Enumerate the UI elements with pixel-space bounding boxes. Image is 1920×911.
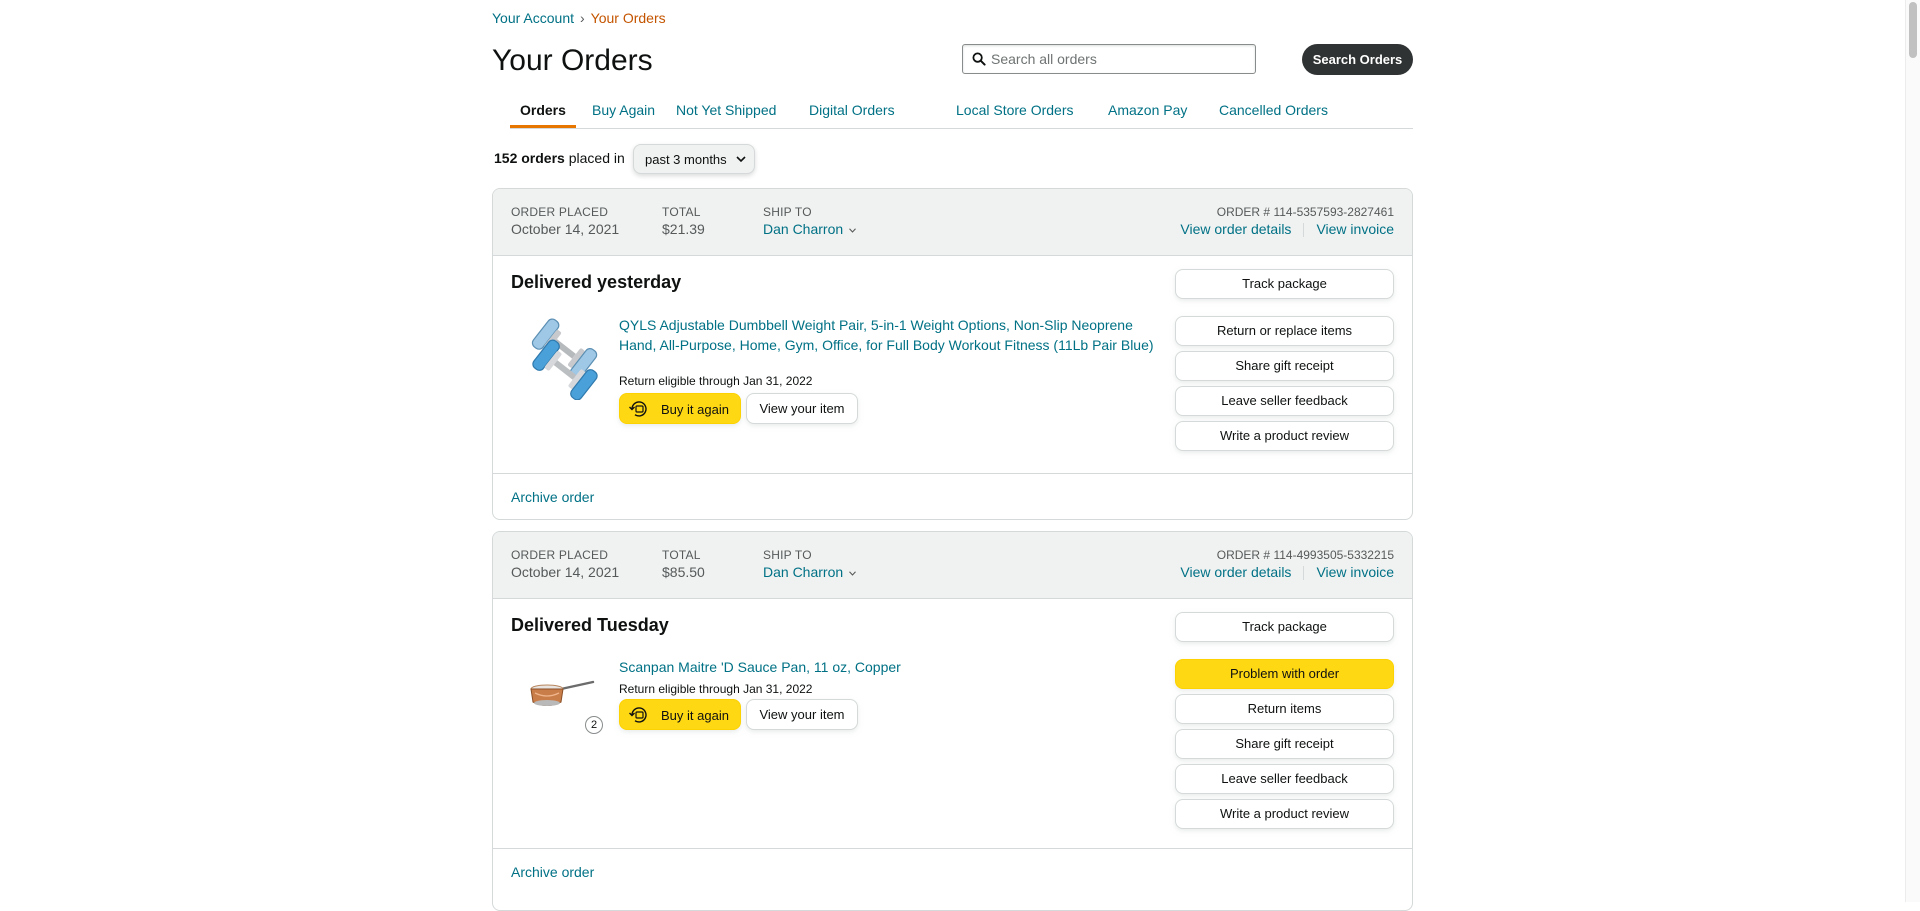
return-eligibility: Return eligible through Jan 31, 2022 (619, 682, 813, 696)
ship-to-popover[interactable]: Dan Charron (763, 564, 857, 580)
ship-to-label: Ship to (763, 548, 812, 562)
tab-buy-again[interactable]: Buy Again (592, 102, 655, 118)
tab-not-yet-shipped[interactable]: Not Yet Shipped (676, 102, 776, 118)
quantity-badge: 2 (585, 716, 603, 734)
leave-seller-feedback-button[interactable]: Leave seller feedback (1175, 386, 1394, 416)
order-card: Order placed October 14, 2021 Total $85.… (492, 531, 1413, 911)
order-placed-label: Order placed (511, 548, 609, 562)
order-number: ORDER # 114-5357593-2827461 (1216, 205, 1394, 219)
tab-active-underline (510, 125, 576, 128)
order-header-links: View order details View invoice (1180, 564, 1394, 581)
tab-orders-label: Orders (520, 102, 566, 118)
search-input[interactable] (991, 45, 1249, 73)
tab-orders[interactable]: Orders (510, 102, 576, 128)
track-package-button[interactable]: Track package (1175, 612, 1394, 642)
scrollbar-thumb[interactable] (1909, 2, 1917, 58)
chevron-down-icon (736, 156, 746, 163)
view-order-details-link[interactable]: View order details (1180, 221, 1291, 237)
buy-again-icon (629, 707, 647, 723)
page-scrollbar[interactable] (1905, 0, 1920, 902)
archive-order-link[interactable]: Archive order (511, 864, 594, 880)
delivery-status: Delivered Tuesday (511, 615, 669, 635)
product-title-link[interactable]: Scanpan Maitre 'D Sauce Pan, 11 oz, Copp… (619, 657, 1159, 677)
link-divider (1303, 566, 1305, 581)
order-header: Order placed October 14, 2021 Total $21.… (493, 189, 1412, 256)
buy-it-again-button[interactable]: Buy it again (619, 699, 741, 730)
buy-again-icon (629, 401, 647, 417)
orders-summary-text: placed in (568, 150, 625, 166)
problem-with-order-button[interactable]: Problem with order (1175, 659, 1394, 689)
orders-count: 152 orders (494, 150, 565, 166)
order-total: $21.39 (662, 221, 705, 237)
write-product-review-button[interactable]: Write a product review (1175, 421, 1394, 451)
search-orders-button[interactable]: Search Orders (1302, 44, 1413, 75)
order-placed-date: October 14, 2021 (511, 221, 620, 237)
track-package-button[interactable]: Track package (1175, 269, 1394, 299)
total-label: Total (662, 548, 701, 562)
tab-digital-orders[interactable]: Digital Orders (809, 102, 895, 118)
order-number: ORDER # 114-4993505-5332215 (1216, 548, 1394, 562)
order-placed-date: October 14, 2021 (511, 564, 620, 580)
view-order-details-link[interactable]: View order details (1180, 564, 1291, 580)
order-total: $85.50 (662, 564, 705, 580)
leave-seller-feedback-button[interactable]: Leave seller feedback (1175, 764, 1394, 794)
write-product-review-button[interactable]: Write a product review (1175, 799, 1394, 829)
breadcrumb-your-account[interactable]: Your Account (492, 10, 574, 26)
view-your-item-button[interactable]: View your item (746, 393, 858, 424)
total-label: Total (662, 205, 701, 219)
view-your-item-button[interactable]: View your item (746, 699, 858, 730)
order-card: Order placed October 14, 2021 Total $21.… (492, 188, 1413, 520)
ship-to-name: Dan Charron (763, 221, 844, 237)
link-divider (1303, 223, 1305, 238)
caret-down-icon (849, 228, 857, 233)
time-period-value: past 3 months (645, 152, 727, 167)
product-title-link[interactable]: QYLS Adjustable Dumbbell Weight Pair, 5-… (619, 315, 1159, 355)
order-footer: Archive order (493, 848, 1412, 896)
breadcrumb-current[interactable]: Your Orders (591, 10, 666, 26)
share-gift-receipt-button[interactable]: Share gift receipt (1175, 351, 1394, 381)
tab-local-store-orders[interactable]: Local Store Orders (956, 102, 1074, 118)
order-footer: Archive order (493, 473, 1412, 519)
tab-cancelled-orders[interactable]: Cancelled Orders (1219, 102, 1328, 118)
order-header: Order placed October 14, 2021 Total $85.… (493, 532, 1412, 599)
caret-down-icon (849, 571, 857, 576)
buy-it-again-label: Buy it again (661, 402, 729, 417)
order-placed-label: Order placed (511, 205, 609, 219)
tab-amazon-pay[interactable]: Amazon Pay (1108, 102, 1187, 118)
breadcrumb-separator: › (580, 10, 585, 26)
ship-to-popover[interactable]: Dan Charron (763, 221, 857, 237)
breadcrumb: Your Account › Your Orders (492, 9, 666, 27)
order-header-links: View order details View invoice (1180, 221, 1394, 238)
view-invoice-link[interactable]: View invoice (1316, 221, 1394, 237)
share-gift-receipt-button[interactable]: Share gift receipt (1175, 729, 1394, 759)
return-items-button[interactable]: Return items (1175, 694, 1394, 724)
search-box (962, 44, 1256, 74)
return-eligibility: Return eligible through Jan 31, 2022 (619, 374, 813, 388)
view-invoice-link[interactable]: View invoice (1316, 564, 1394, 580)
page-title: Your Orders (492, 44, 653, 77)
archive-order-link[interactable]: Archive order (511, 489, 594, 505)
buy-it-again-label: Buy it again (661, 708, 729, 723)
order-body: Delivered yesterday QYLS Adjustable Dumb… (493, 256, 1412, 474)
dumbbell-product-image[interactable] (515, 312, 603, 400)
search-icon (972, 52, 986, 66)
order-tabs: Orders Buy Again Not Yet Shipped Digital… (510, 100, 1413, 129)
time-period-select[interactable]: past 3 months (633, 144, 755, 174)
buy-it-again-button[interactable]: Buy it again (619, 393, 741, 424)
delivery-status: Delivered yesterday (511, 272, 682, 292)
return-or-replace-button[interactable]: Return or replace items (1175, 316, 1394, 346)
ship-to-label: Ship to (763, 205, 812, 219)
order-body: Delivered Tuesday 2 Scanpan Maitre 'D Sa… (493, 599, 1412, 849)
ship-to-name: Dan Charron (763, 564, 844, 580)
orders-summary: 152 orders placed in (494, 150, 625, 166)
